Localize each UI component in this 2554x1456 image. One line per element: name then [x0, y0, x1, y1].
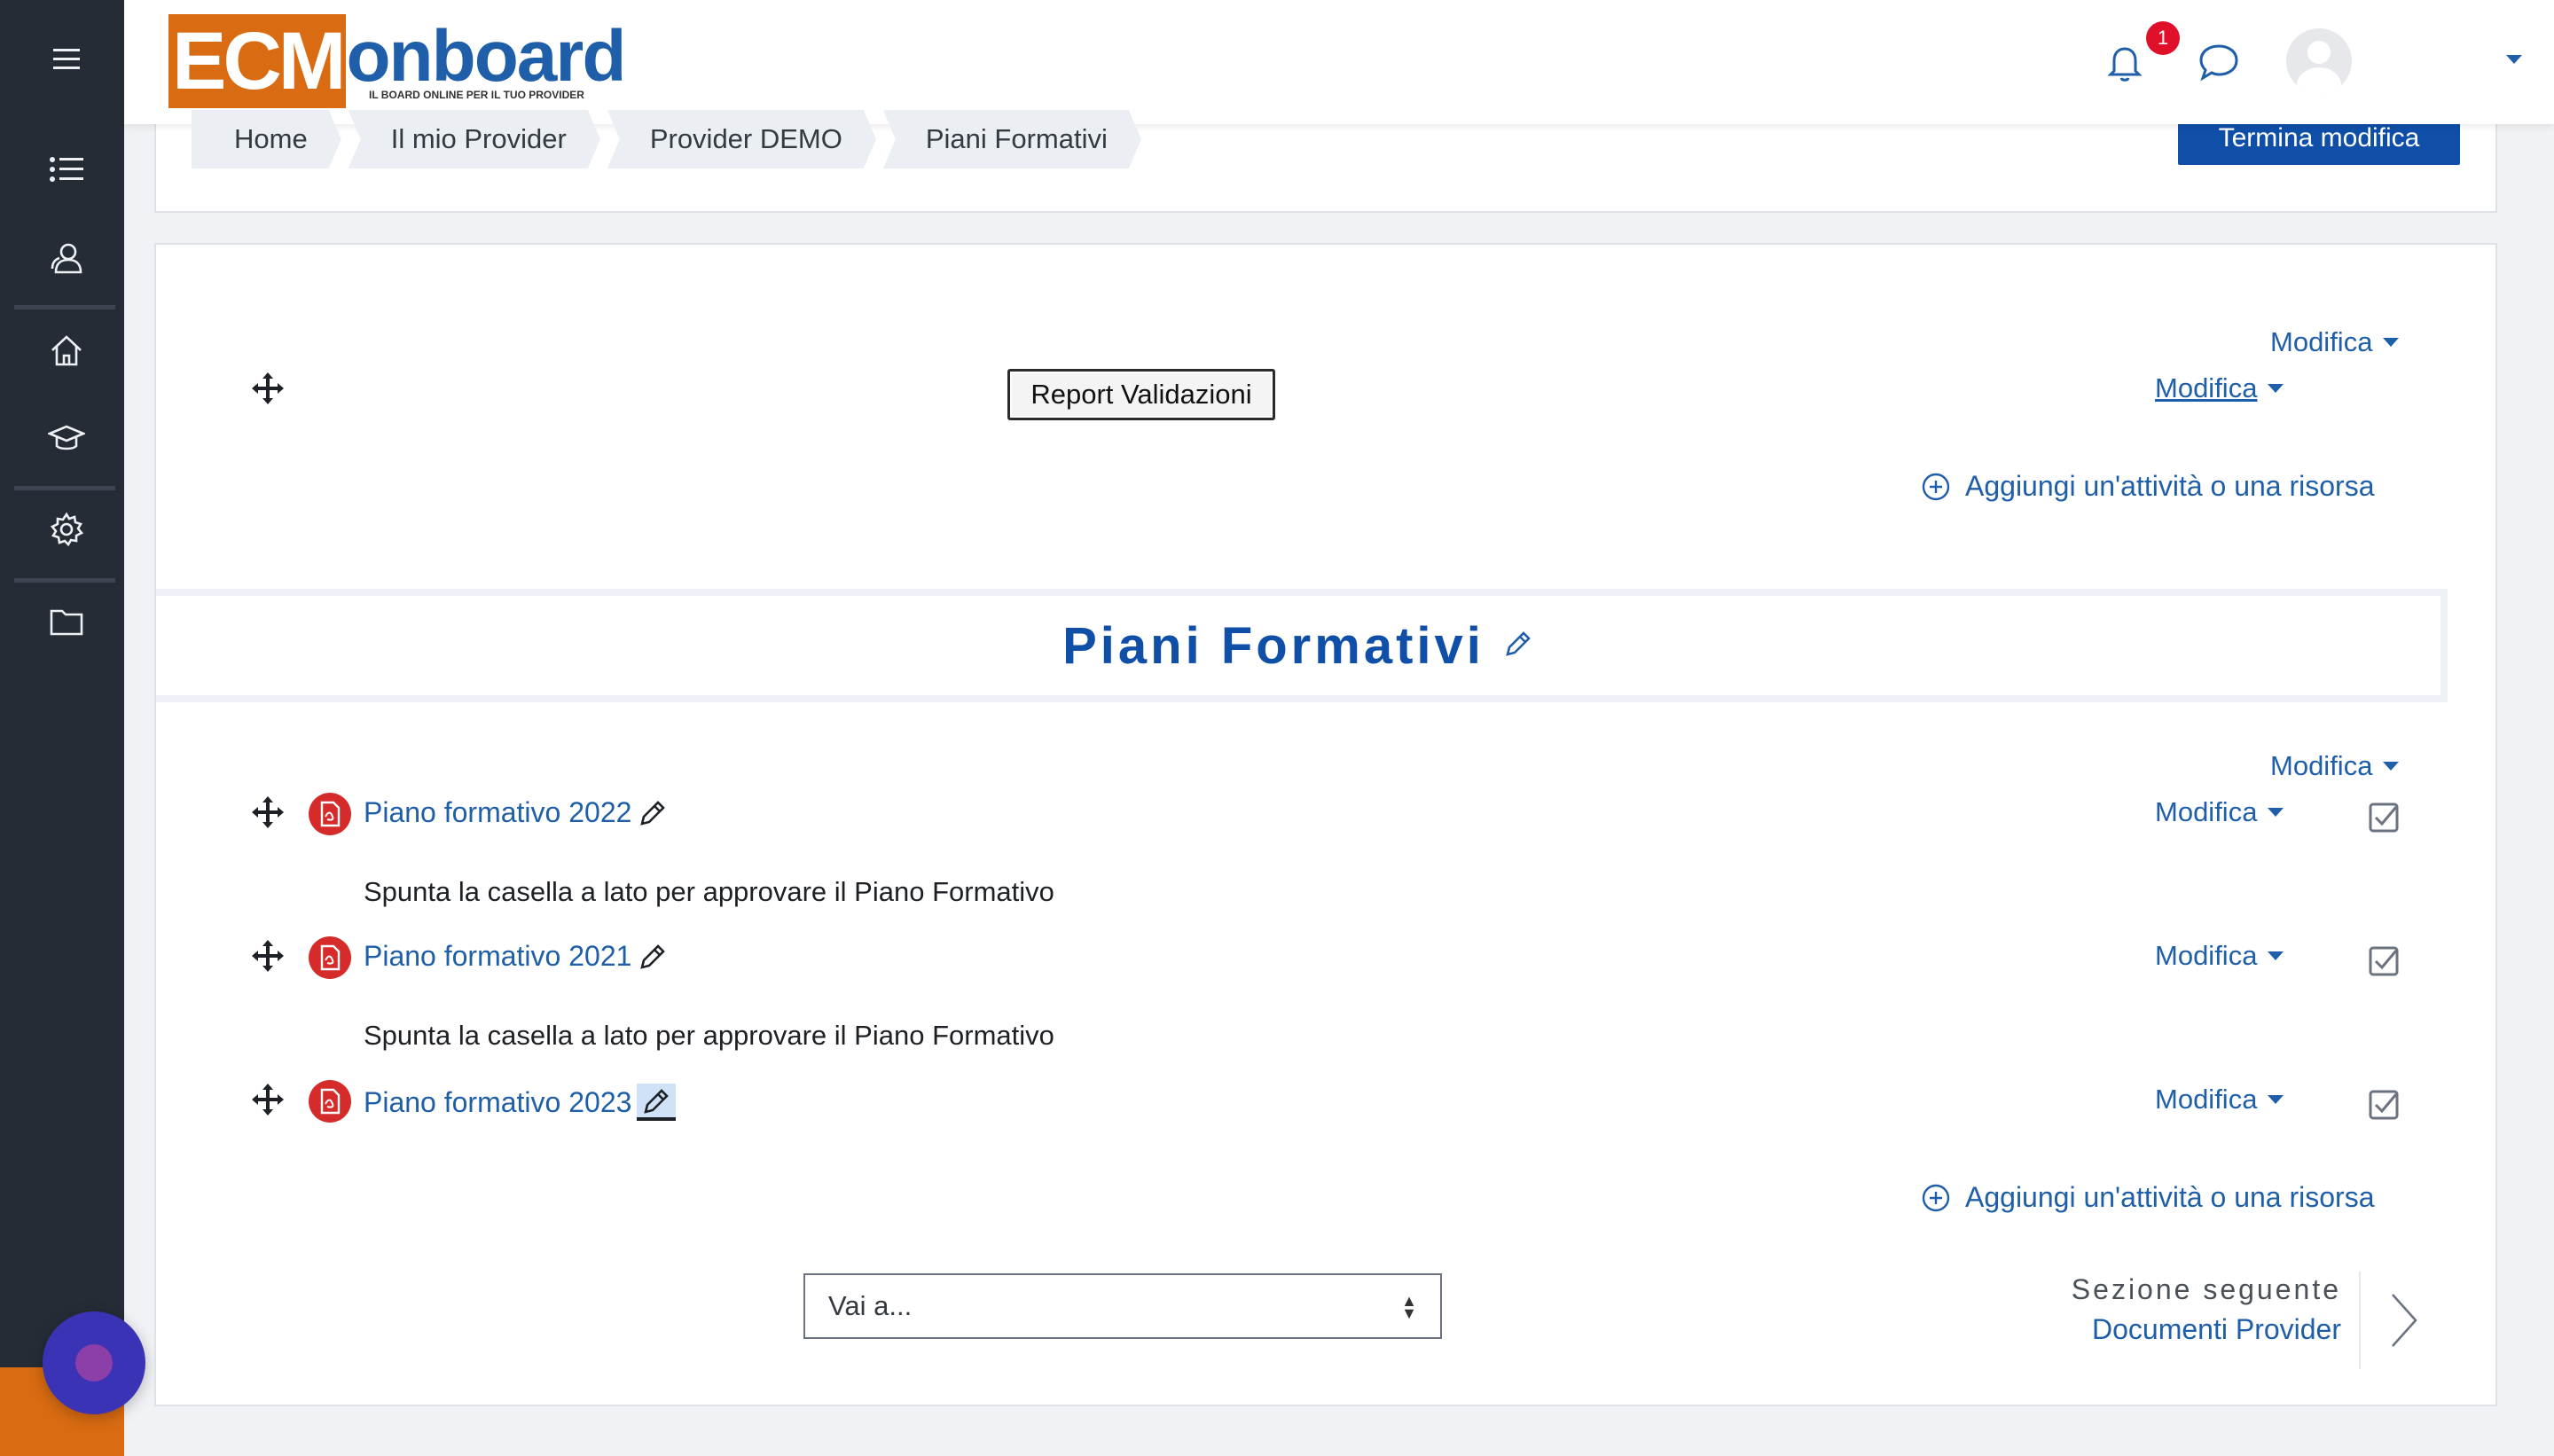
- participants-icon[interactable]: [44, 236, 89, 280]
- rail-divider: [14, 486, 115, 490]
- activity-edit-menu[interactable]: Modifica: [2155, 940, 2284, 972]
- home-icon[interactable]: [44, 328, 89, 372]
- avatar-body: [2297, 67, 2341, 94]
- activity-edit-menu[interactable]: Modifica: [2155, 796, 2284, 828]
- pencil-icon[interactable]: [1502, 628, 1534, 664]
- caret-down-icon: [2268, 808, 2284, 817]
- move-icon[interactable]: [250, 938, 286, 974]
- caret-down-icon: [2268, 384, 2284, 393]
- pencil-icon[interactable]: [637, 1084, 677, 1121]
- completion-checkbox[interactable]: [2368, 1089, 2400, 1121]
- caret-down-icon: [2268, 951, 2284, 960]
- completion-checkbox[interactable]: [2368, 945, 2400, 977]
- activity-edit-label: Modifica: [2155, 372, 2258, 403]
- chat-widget-button[interactable]: [43, 1311, 145, 1414]
- move-icon[interactable]: [250, 371, 286, 406]
- add-activity-label: Aggiungi un'attività o una risorsa: [1965, 1181, 2375, 1213]
- jump-to-value: Vai a...: [828, 1290, 913, 1321]
- activity-description: Spunta la casella a lato per approvare i…: [364, 876, 1054, 907]
- activity-name: Piano formativo 2022: [364, 796, 632, 828]
- bell-icon[interactable]: [2102, 39, 2148, 85]
- graduation-cap-icon[interactable]: [44, 417, 89, 461]
- folder-icon[interactable]: [44, 599, 89, 644]
- pdf-icon: [309, 936, 351, 979]
- activity-description: Spunta la casella a lato per approvare i…: [364, 1020, 1054, 1051]
- add-activity-label: Aggiungi un'attività o una risorsa: [1965, 470, 2375, 502]
- notification-badge: 1: [2146, 21, 2180, 55]
- breadcrumb-item[interactable]: Piani Formativi: [883, 110, 1141, 168]
- activity-link[interactable]: Piano formativo 2023: [364, 1084, 677, 1121]
- pencil-icon: [640, 800, 666, 826]
- section-edit-label: Modifica: [2270, 750, 2373, 781]
- pdf-icon: [309, 1080, 351, 1123]
- breadcrumb-item[interactable]: Home: [192, 110, 341, 168]
- next-section-title: Documenti Provider: [2092, 1313, 2341, 1345]
- top-header: ECM onboard IL BOARD ONLINE PER IL TUO P…: [124, 0, 2554, 124]
- next-section-link[interactable]: Sezione seguente Documenti Provider: [2072, 1273, 2341, 1346]
- list-icon[interactable]: [44, 147, 89, 192]
- activity-edit-label: Modifica: [2155, 1084, 2258, 1115]
- rail-divider: [14, 305, 115, 309]
- next-section-label: Sezione seguente: [2071, 1273, 2341, 1305]
- caret-down-icon: [2383, 338, 2400, 347]
- site-logo[interactable]: ECM onboard IL BOARD ONLINE PER IL TUO P…: [168, 14, 626, 112]
- logo-onboard: onboard: [346, 16, 626, 97]
- jump-to-select[interactable]: Vai a... ▲ ▼: [803, 1273, 1442, 1339]
- section-edit-menu[interactable]: Modifica: [2270, 750, 2400, 782]
- activity-name: Piano formativo 2023: [364, 1085, 632, 1118]
- section-header: Piani Formativi: [156, 589, 2448, 702]
- completion-checkbox[interactable]: [2368, 802, 2400, 834]
- add-activity-link[interactable]: Aggiungi un'attività o una risorsa: [1921, 470, 2375, 503]
- chat-widget-dot: [75, 1344, 113, 1382]
- breadcrumb-item[interactable]: Provider DEMO: [607, 110, 876, 168]
- pencil-icon: [640, 943, 666, 969]
- chevron-down-icon[interactable]: [2506, 55, 2522, 64]
- activity-edit-menu[interactable]: Modifica: [2155, 1084, 2284, 1115]
- activity-edit-label: Modifica: [2155, 940, 2258, 971]
- rail-divider: [14, 578, 115, 583]
- report-validazioni-button[interactable]: Report Validazioni: [1007, 369, 1275, 420]
- caret-down-icon: [2383, 762, 2400, 771]
- left-rail: [0, 0, 124, 1456]
- logo-ecm: ECM: [168, 14, 346, 108]
- sort-arrows-icon: ▲ ▼: [1401, 1292, 1417, 1322]
- user-avatar[interactable]: [2286, 28, 2352, 94]
- logo-tagline: IL BOARD ONLINE PER IL TUO PROVIDER: [369, 89, 584, 101]
- activity-link[interactable]: Piano formativo 2022: [364, 796, 669, 829]
- move-icon[interactable]: [250, 1082, 286, 1117]
- section-edit-menu[interactable]: Modifica: [2270, 326, 2400, 358]
- chat-icon[interactable]: [2196, 39, 2242, 85]
- section-title: Piani Formativi: [1062, 616, 1485, 675]
- add-activity-link[interactable]: Aggiungi un'attività o una risorsa: [1921, 1181, 2375, 1214]
- caret-down-icon: [2268, 1095, 2284, 1104]
- chevron-right-icon[interactable]: [2386, 1291, 2421, 1350]
- plus-circle-icon: [1922, 473, 1950, 500]
- activity-edit-label: Modifica: [2155, 796, 2258, 827]
- next-section-divider: [2359, 1272, 2361, 1369]
- plus-circle-icon: [1922, 1184, 1950, 1211]
- activity-link[interactable]: Piano formativo 2021: [364, 940, 669, 973]
- move-icon[interactable]: [250, 795, 286, 830]
- activity-edit-menu[interactable]: Modifica: [2155, 372, 2284, 404]
- pdf-icon: [309, 793, 351, 835]
- breadcrumb: Home Il mio Provider Provider DEMO Piani…: [192, 110, 1148, 168]
- breadcrumb-item[interactable]: Il mio Provider: [349, 110, 600, 168]
- menu-icon[interactable]: [44, 37, 89, 82]
- avatar-head: [2307, 41, 2331, 64]
- gear-icon[interactable]: [44, 507, 89, 552]
- section-edit-label: Modifica: [2270, 326, 2373, 357]
- activity-name: Piano formativo 2021: [364, 940, 632, 972]
